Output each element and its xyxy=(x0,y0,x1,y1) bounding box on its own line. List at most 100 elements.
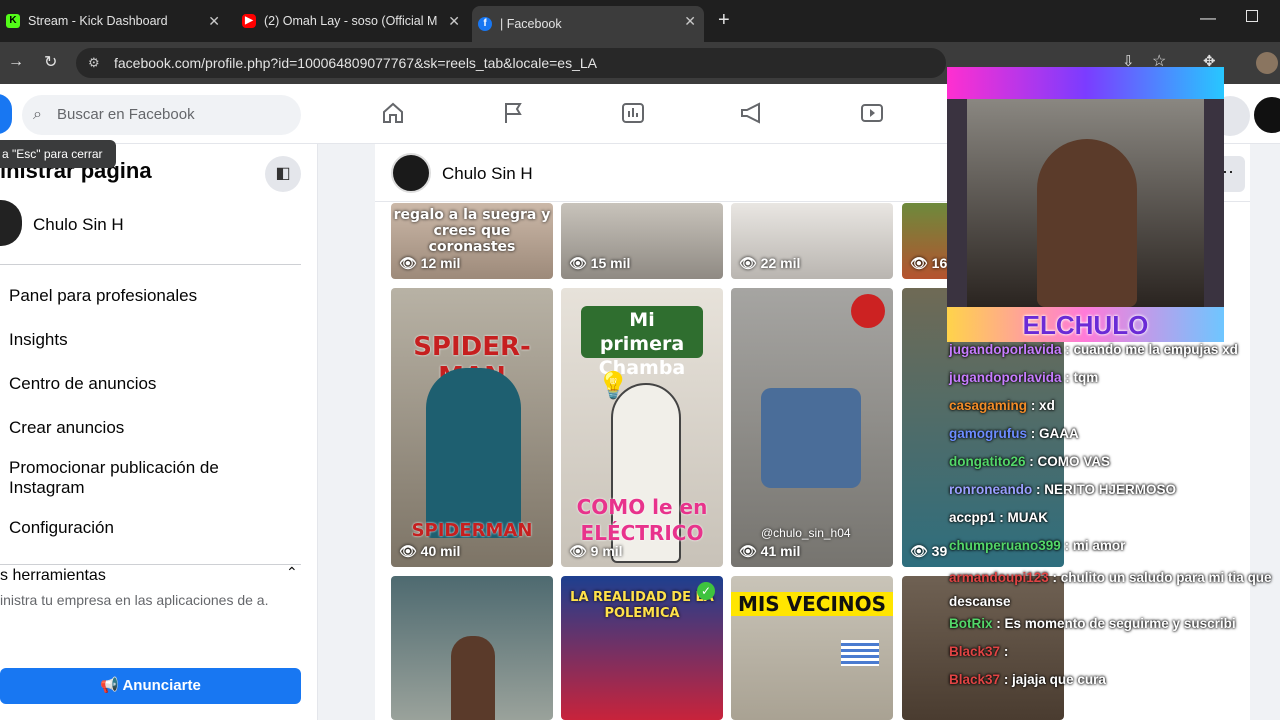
profile-avatar[interactable] xyxy=(1256,52,1278,74)
manage-page-sidebar: inistrar página ◧ Chulo Sin H Panel para… xyxy=(0,144,318,720)
tab-title: Stream - Kick Dashboard xyxy=(28,14,168,28)
sidebar-item-ad-center[interactable]: Centro de anuncios xyxy=(9,374,156,394)
chat-username: jugandoporlavida xyxy=(949,370,1062,385)
reel-tile[interactable]: 👁 15 mil xyxy=(561,203,723,279)
facebook-icon: f xyxy=(478,17,492,31)
video-icon[interactable] xyxy=(859,100,885,126)
reel-tile[interactable]: LA REALIDAD DE LA POLEMICA ✓ xyxy=(561,576,723,720)
chat-message: jugandoporlavida : tqm xyxy=(949,370,1098,385)
chat-text: : xd xyxy=(1030,398,1055,413)
close-tab-icon[interactable]: ✕ xyxy=(448,13,460,30)
chat-username: casagaming xyxy=(949,398,1028,413)
flag-icon[interactable] xyxy=(500,100,526,126)
reel-views: 👁 40 mil xyxy=(399,543,461,559)
chat-username: chumperuano399 xyxy=(949,538,1061,553)
eye-icon: 👁 xyxy=(569,255,587,271)
reel-tile[interactable] xyxy=(391,576,553,720)
reel-tile[interactable]: MIS VECINOS xyxy=(731,576,893,720)
eye-icon: 👁 xyxy=(739,543,757,559)
megaphone-icon: 📢 xyxy=(100,677,119,694)
tab-title: | Facebook xyxy=(500,17,562,31)
reel-caption: COMO le en ELÉCTRICO xyxy=(576,495,708,545)
reload-icon[interactable]: ↻ xyxy=(44,52,57,72)
site-info-icon[interactable]: ⚙ xyxy=(88,48,100,78)
reel-tile[interactable]: Mi primera Chamba 💡 COMO le en ELÉCTRICO… xyxy=(561,288,723,567)
reel-caption: Mi primera Chamba xyxy=(598,309,686,379)
sidebar-item-create-ads[interactable]: Crear anuncios xyxy=(9,418,124,438)
browser-tab-bar: K Stream - Kick Dashboard ✕ ▶ (2) Omah L… xyxy=(0,0,1280,42)
chat-text: : Es momento de seguirme y suscribi xyxy=(996,616,1236,631)
advertise-button[interactable]: 📢 Anunciarte xyxy=(0,668,301,704)
reel-figure xyxy=(426,368,521,538)
sidebar-item-insights[interactable]: Insights xyxy=(9,330,68,350)
reel-tile[interactable]: SPIDER-MAN SPIDERMAN 👁 40 mil xyxy=(391,288,553,567)
megaphone-icon[interactable] xyxy=(739,100,765,126)
sidebar-item-professional-dashboard[interactable]: Panel para profesionales xyxy=(9,286,197,306)
chat-message: chumperuano399 : mi amor xyxy=(949,538,1125,553)
reel-views: 👁 15 mil xyxy=(569,255,631,271)
chat-text: : COMO VAS xyxy=(1029,454,1111,469)
reel-views: 👁 12 mil xyxy=(399,255,461,271)
dashboard-icon[interactable] xyxy=(620,100,646,126)
instagram-handle: @chulo_sin_h04 xyxy=(761,526,851,540)
tab-title: (2) Omah Lay - soso (Official M xyxy=(264,14,438,28)
eye-icon: 👁 xyxy=(910,543,928,559)
chat-text: : MUAK xyxy=(999,510,1049,525)
search-input[interactable]: ⌕ Buscar en Facebook xyxy=(22,95,301,135)
reel-figure xyxy=(451,636,495,720)
reel-views: 👁 9 mil xyxy=(569,543,623,559)
header-avatar[interactable] xyxy=(391,153,431,193)
eye-icon: 👁 xyxy=(910,255,928,271)
close-tab-icon[interactable]: ✕ xyxy=(208,13,220,30)
reel-badge xyxy=(851,294,885,328)
tab-kick[interactable]: K Stream - Kick Dashboard ✕ xyxy=(0,6,228,36)
chat-username: ronroneando xyxy=(949,482,1033,497)
search-icon: ⌕ xyxy=(33,106,42,123)
chat-username: Black37 xyxy=(949,644,1001,659)
reel-tile[interactable]: @chulo_sin_h04 👁 41 mil xyxy=(731,288,893,567)
webcam-feed xyxy=(967,99,1204,307)
overlay-banner: ELCHULO xyxy=(1022,310,1149,340)
chat-message: casagaming : xd xyxy=(949,398,1055,413)
chat-message: jugandoporlavida : cuando me la empujas … xyxy=(949,342,1238,357)
chevron-up-icon[interactable]: ⌃ xyxy=(286,564,298,581)
header-page-name[interactable]: Chulo Sin H xyxy=(442,164,533,184)
reel-tile[interactable]: 👁 22 mil xyxy=(731,203,893,279)
page-avatar[interactable] xyxy=(0,200,22,246)
minimize-icon[interactable]: — xyxy=(1200,10,1216,28)
checkmark-icon: ✓ xyxy=(697,582,715,600)
chat-text: : jajaja que cura xyxy=(1003,672,1106,687)
chat-message: gamogrufus : GAAA xyxy=(949,426,1079,441)
chat-username: jugandoporlavida xyxy=(949,342,1062,357)
chat-text: : cuando me la empujas xd xyxy=(1065,342,1238,357)
divider xyxy=(0,564,301,565)
overlay-frame-top xyxy=(947,67,1224,99)
youtube-icon: ▶ xyxy=(242,14,256,28)
chat-text: : mi amor xyxy=(1064,538,1126,553)
sidebar-item-settings[interactable]: Configuración xyxy=(9,518,114,538)
chat-username: BotRix xyxy=(949,616,993,631)
streamer-figure xyxy=(1037,139,1137,307)
chat-text: : xyxy=(1003,644,1009,659)
advertise-button-label: Anunciarte xyxy=(122,677,201,694)
tab-facebook[interactable]: f | Facebook ✕ xyxy=(472,6,704,42)
url-text: facebook.com/profile.php?id=100064809077… xyxy=(114,55,597,71)
tab-youtube[interactable]: ▶ (2) Omah Lay - soso (Official M ✕ xyxy=(236,6,468,36)
new-tab-icon[interactable]: + xyxy=(718,9,730,32)
chat-message: ronroneando : NERITO HJERMOSO xyxy=(949,482,1176,497)
sidebar-item-promote-instagram[interactable]: Promocionar publicación de Instagram xyxy=(9,458,249,498)
webcam-overlay: ELCHULO xyxy=(947,67,1224,342)
reel-views: 👁 22 mil xyxy=(739,255,801,271)
chat-message: armandoupi123 : chulito un saludo para m… xyxy=(949,566,1279,614)
forward-icon[interactable]: → xyxy=(8,53,24,71)
close-tab-icon[interactable]: ✕ xyxy=(684,13,696,30)
page-name[interactable]: Chulo Sin H xyxy=(33,215,124,235)
reel-tile[interactable]: regalo a la suegra y crees que coronaste… xyxy=(391,203,553,279)
home-icon[interactable] xyxy=(380,100,406,126)
address-bar[interactable]: ⚙ facebook.com/profile.php?id=1000648090… xyxy=(76,48,946,78)
collapse-sidebar-icon[interactable]: ◧ xyxy=(265,156,301,192)
chat-text: : tqm xyxy=(1065,370,1099,385)
maximize-icon[interactable] xyxy=(1246,10,1258,22)
chat-text: : GAAA xyxy=(1030,426,1079,441)
kick-icon: K xyxy=(6,14,20,28)
